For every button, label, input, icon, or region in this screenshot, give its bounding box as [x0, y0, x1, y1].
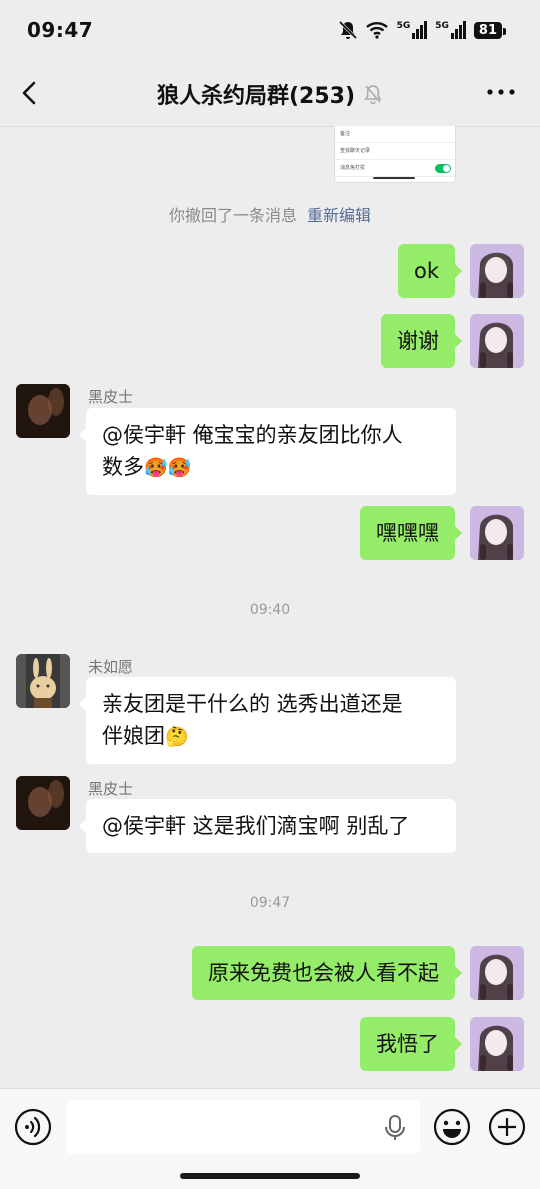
timestamp: 09:47: [249, 895, 291, 911]
mute-bell-icon: [364, 85, 382, 105]
avatar-self-image: [470, 506, 524, 560]
avatar-self-image: [470, 314, 524, 368]
message-text: @侯宇軒 这是我们滴宝啊 别乱了: [102, 814, 410, 838]
screenshot-row-label: 消息免打扰: [340, 165, 366, 171]
avatar-heipishi[interactable]: [16, 776, 70, 830]
timestamp: 09:40: [249, 602, 291, 618]
screenshot-toggle: [435, 164, 451, 173]
avatar-heipishi-image: [16, 776, 70, 830]
avatar-self[interactable]: [470, 506, 524, 560]
message-line-text: 数多: [102, 455, 144, 479]
voice-icon[interactable]: [14, 1108, 52, 1146]
more-dots-icon[interactable]: [484, 80, 518, 104]
signal-5g-2: 5G: [435, 21, 466, 39]
sender-name: 黑皮士: [88, 780, 134, 798]
avatar-self-image: [470, 946, 524, 1000]
message-input[interactable]: [66, 1100, 420, 1154]
outgoing-message[interactable]: ok: [397, 244, 463, 298]
signal-5g-1: 5G: [397, 21, 428, 39]
signal2-label: 5G: [435, 21, 449, 31]
plus-icon[interactable]: [488, 1108, 526, 1146]
wifi-icon: [365, 22, 388, 39]
screenshot-image-message[interactable]: 备注 查找聊天记录 消息免打扰: [334, 126, 456, 183]
screenshot-row: 消息免打扰: [335, 160, 455, 177]
status-icons: 5G 5G 81: [338, 20, 507, 40]
nav-bar: 狼人杀约局群(253): [0, 60, 540, 127]
message-text: 原来免费也会被人看不起: [208, 961, 439, 985]
outgoing-message[interactable]: 原来免费也会被人看不起: [192, 946, 462, 1000]
avatar-heipishi-image: [16, 384, 70, 438]
battery-indicator: 81: [473, 21, 507, 39]
screenshot-home-bar: [373, 177, 415, 179]
screenshot-row: 查找聊天记录: [335, 143, 455, 160]
incoming-message[interactable]: 亲友团是干什么的 选秀出道还是 伴娘团🤔: [79, 677, 456, 764]
mic-icon[interactable]: [383, 1114, 407, 1142]
outgoing-message[interactable]: 谢谢: [381, 314, 462, 368]
message-line-2: 伴娘团🤔: [102, 720, 440, 753]
message-text: 嘿嘿嘿: [376, 521, 439, 545]
reedit-link[interactable]: 重新编辑: [307, 206, 371, 225]
avatar-self[interactable]: [470, 314, 524, 368]
signal1-label: 5G: [396, 21, 411, 31]
avatar-self-image: [470, 244, 524, 298]
message-line-2: 数多🥵🥵: [102, 451, 440, 484]
sender-name: 未如愿: [88, 658, 134, 676]
bell-off-icon: [338, 20, 357, 40]
avatar-heipishi[interactable]: [16, 384, 70, 438]
incoming-message[interactable]: @侯宇軒 俺宝宝的亲友团比你人 数多🥵🥵: [79, 408, 456, 495]
message-text: ok: [413, 259, 439, 283]
avatar-weiruyuan-image: [16, 654, 70, 708]
message-text: 我悟了: [376, 1032, 439, 1056]
chat-messages[interactable]: 备注 查找聊天记录 消息免打扰 你撤回了一条消息 重新编辑 ok 谢谢 黑皮士 …: [0, 126, 540, 1088]
recall-notice: 你撤回了一条消息 重新编辑: [0, 202, 540, 226]
emoji-icon[interactable]: [433, 1108, 471, 1146]
outgoing-message[interactable]: 嘿嘿嘿: [360, 506, 462, 560]
screenshot-row: 备注: [335, 126, 455, 143]
outgoing-message[interactable]: 我悟了: [360, 1017, 462, 1071]
status-bar: 09:47 5G 5G 81: [0, 0, 540, 60]
recall-text: 你撤回了一条消息: [168, 206, 297, 225]
emoji: 🥵🥵: [144, 457, 192, 479]
sender-name: 黑皮士: [88, 388, 134, 406]
message-line-text: 伴娘团: [102, 724, 165, 748]
input-bar: [0, 1088, 540, 1189]
message-line: @侯宇軒 俺宝宝的亲友团比你人: [102, 423, 403, 447]
avatar-weiruyuan[interactable]: [16, 654, 70, 708]
incoming-message[interactable]: @侯宇軒 这是我们滴宝啊 别乱了: [79, 799, 456, 853]
avatar-self[interactable]: [470, 1017, 524, 1071]
avatar-self[interactable]: [470, 244, 524, 298]
chat-title-area: 狼人杀约局群(253): [0, 78, 540, 110]
status-time: 09:47: [27, 18, 94, 42]
emoji: 🤔: [165, 726, 189, 748]
avatar-self[interactable]: [470, 946, 524, 1000]
chat-title: 狼人杀约局群(253): [156, 84, 356, 109]
message-text: 谢谢: [397, 329, 439, 353]
home-indicator[interactable]: [180, 1173, 360, 1179]
message-line: 亲友团是干什么的 选秀出道还是: [102, 692, 403, 716]
avatar-self-image: [470, 1017, 524, 1071]
